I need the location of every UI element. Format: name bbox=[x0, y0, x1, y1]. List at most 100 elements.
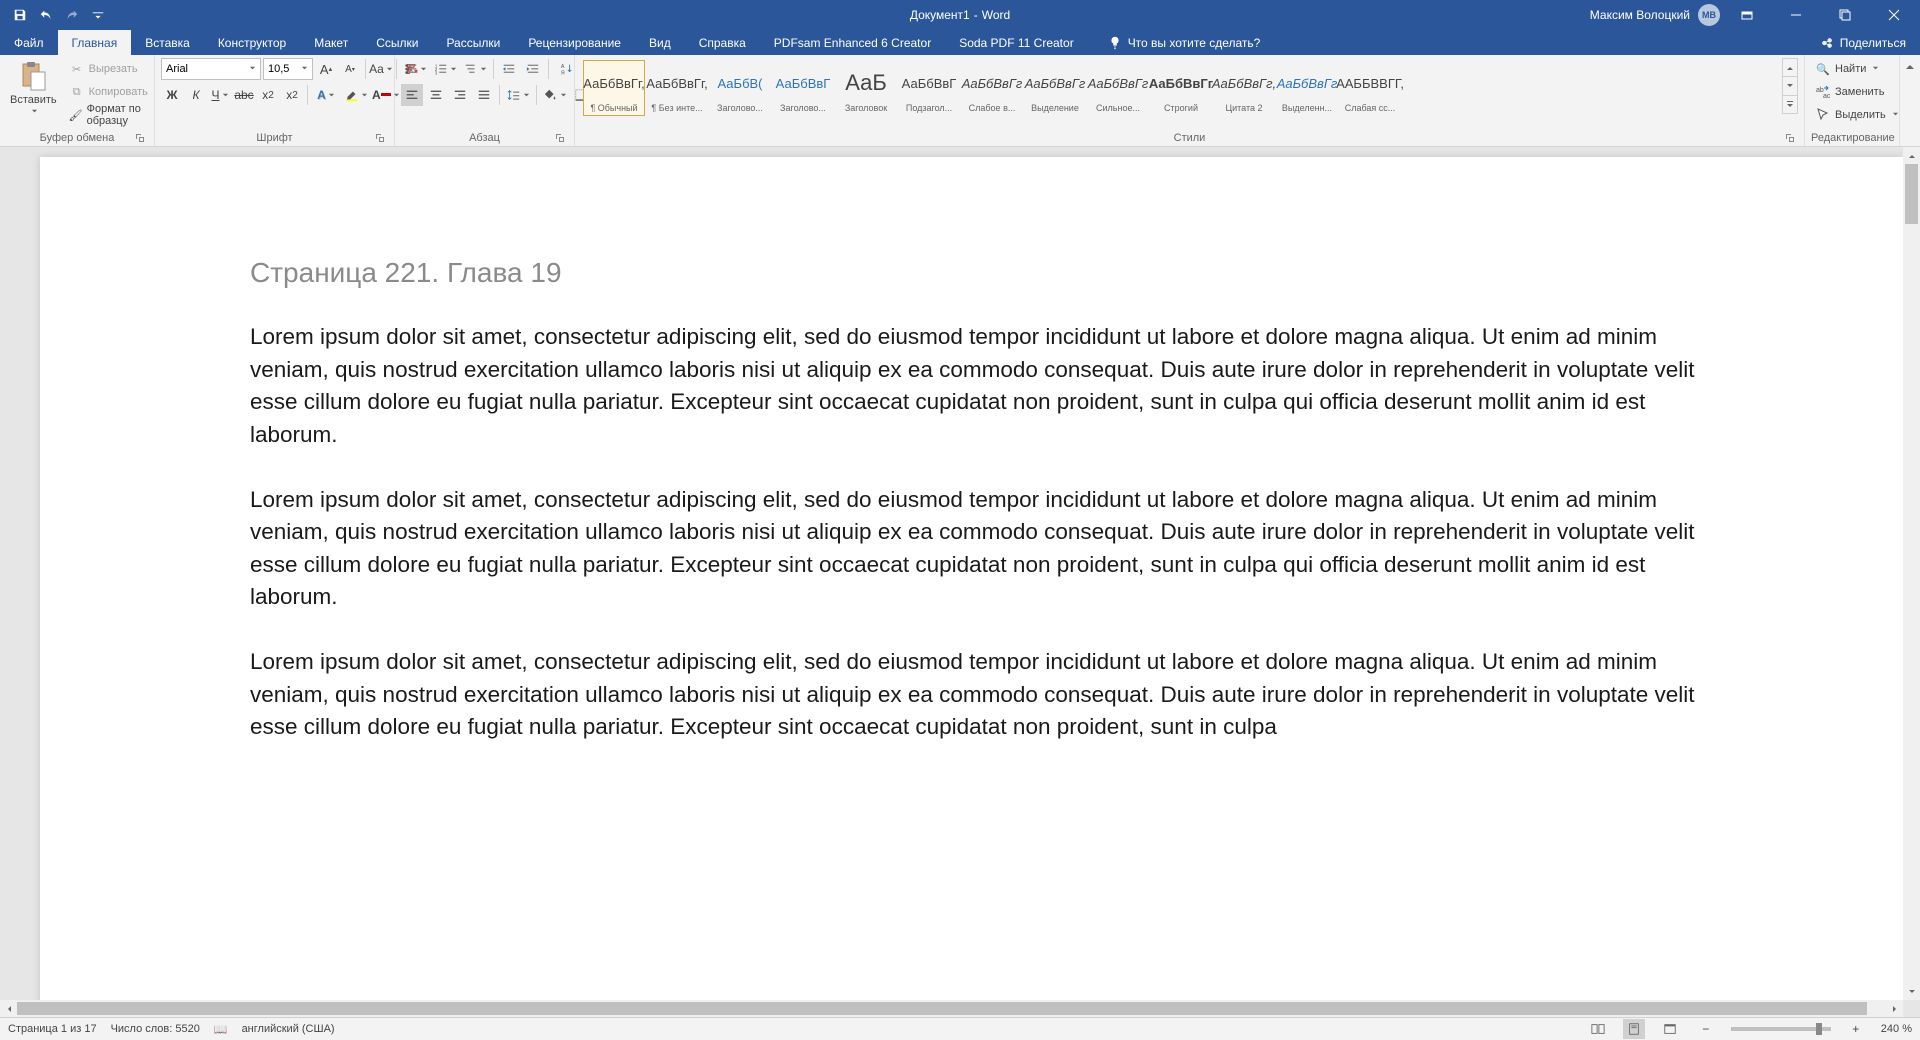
dialog-launcher-icon[interactable] bbox=[554, 132, 566, 144]
style-item[interactable]: АаБбВвГЗаголово... bbox=[772, 60, 834, 116]
scroll-left-button[interactable] bbox=[0, 1000, 17, 1017]
web-layout-button[interactable] bbox=[1659, 1019, 1681, 1039]
page[interactable]: Страница 221. Глава 19 Lorem ipsum dolor… bbox=[40, 157, 1903, 1000]
style-item[interactable]: АаБбВвГгВыделение bbox=[1024, 60, 1086, 116]
paragraph-text[interactable]: Lorem ipsum dolor sit amet, consectetur … bbox=[250, 321, 1723, 452]
decrease-indent-button[interactable] bbox=[498, 58, 520, 80]
style-item[interactable]: АаБбВвГгСильное... bbox=[1087, 60, 1149, 116]
align-left-button[interactable] bbox=[401, 84, 423, 106]
minimize-button[interactable] bbox=[1773, 0, 1818, 30]
ribbon-display-button[interactable] bbox=[1724, 0, 1769, 30]
change-case-button[interactable]: Aa bbox=[370, 58, 392, 80]
dialog-launcher-icon[interactable] bbox=[1784, 132, 1796, 144]
strikethrough-button[interactable]: abc bbox=[233, 84, 255, 106]
dialog-launcher-icon[interactable] bbox=[134, 132, 146, 144]
language-indicator[interactable]: английский (США) bbox=[242, 1023, 335, 1035]
tab-references[interactable]: Ссылки bbox=[362, 30, 432, 55]
copy-button[interactable]: ⧉Копировать bbox=[65, 81, 152, 103]
tab-home[interactable]: Главная bbox=[58, 30, 132, 55]
maximize-button[interactable] bbox=[1822, 0, 1867, 30]
scroll-thumb[interactable] bbox=[17, 1002, 1867, 1015]
format-painter-button[interactable]: 🖌Формат по образцу bbox=[65, 104, 152, 126]
bullets-button[interactable] bbox=[401, 58, 429, 80]
style-item[interactable]: АаБбВ(Заголово... bbox=[709, 60, 771, 116]
styles-gallery[interactable]: АаБбВвГг,¶ ОбычныйАаБбВвГг,¶ Без инте...… bbox=[581, 58, 1778, 118]
print-layout-button[interactable] bbox=[1623, 1019, 1645, 1039]
shrink-font-button[interactable]: A▾ bbox=[339, 58, 361, 80]
shading-button[interactable] bbox=[541, 84, 569, 106]
undo-button[interactable] bbox=[34, 3, 58, 27]
tab-layout[interactable]: Макет bbox=[300, 30, 362, 55]
style-item[interactable]: АаБбВвГгСлабое в... bbox=[961, 60, 1023, 116]
tab-help[interactable]: Справка bbox=[685, 30, 760, 55]
multilevel-list-button[interactable] bbox=[461, 58, 489, 80]
line-spacing-button[interactable] bbox=[504, 84, 532, 106]
tab-insert[interactable]: Вставка bbox=[131, 30, 204, 55]
tab-pdfsam[interactable]: PDFsam Enhanced 6 Creator bbox=[760, 30, 945, 55]
tab-design[interactable]: Конструктор bbox=[204, 30, 300, 55]
horizontal-scrollbar[interactable] bbox=[0, 1000, 1903, 1017]
underline-button[interactable]: Ч bbox=[209, 84, 231, 106]
user-name[interactable]: Максим Волоцкий bbox=[1590, 8, 1690, 22]
tab-soda[interactable]: Soda PDF 11 Creator bbox=[945, 30, 1088, 55]
scroll-down-button[interactable] bbox=[1903, 983, 1920, 1000]
paragraph-text[interactable]: Lorem ipsum dolor sit amet, consectetur … bbox=[250, 484, 1723, 615]
gallery-up-button[interactable] bbox=[1783, 59, 1797, 77]
grow-font-button[interactable]: A▴ bbox=[315, 58, 337, 80]
tab-view[interactable]: Вид bbox=[635, 30, 685, 55]
scroll-up-button[interactable] bbox=[1903, 147, 1920, 164]
dialog-launcher-icon[interactable] bbox=[374, 132, 386, 144]
increase-indent-button[interactable] bbox=[522, 58, 544, 80]
tell-me-search[interactable]: Что вы хотите сделать? bbox=[1108, 36, 1261, 50]
italic-button[interactable]: К bbox=[185, 84, 207, 106]
subscript-button[interactable]: x2 bbox=[257, 84, 279, 106]
avatar[interactable]: МВ bbox=[1698, 4, 1720, 26]
read-mode-button[interactable] bbox=[1587, 1019, 1609, 1039]
scroll-thumb[interactable] bbox=[1905, 164, 1918, 224]
gallery-more-button[interactable] bbox=[1783, 96, 1797, 113]
bold-button[interactable]: Ж bbox=[161, 84, 183, 106]
close-button[interactable] bbox=[1871, 0, 1916, 30]
select-button[interactable]: Выделить bbox=[1811, 104, 1903, 126]
spell-check-icon[interactable]: 📖 bbox=[214, 1023, 228, 1036]
text-effects-button[interactable]: A bbox=[312, 84, 340, 106]
cut-button[interactable]: ✂Вырезать bbox=[65, 58, 152, 80]
find-button[interactable]: 🔍Найти bbox=[1811, 58, 1883, 80]
style-item[interactable]: АаБбВвГгВыделенн... bbox=[1276, 60, 1338, 116]
document-area[interactable]: Страница 221. Глава 19 Lorem ipsum dolor… bbox=[0, 147, 1903, 1000]
zoom-level[interactable]: 240 % bbox=[1881, 1023, 1912, 1035]
collapse-ribbon-button[interactable] bbox=[1900, 55, 1920, 146]
page-indicator[interactable]: Страница 1 из 17 bbox=[8, 1023, 97, 1035]
font-size-select[interactable]: 10,5 bbox=[263, 58, 313, 80]
style-item[interactable]: АаБбВвГг,¶ Обычный bbox=[583, 60, 645, 116]
heading-text[interactable]: Страница 221. Глава 19 bbox=[250, 257, 1723, 289]
style-item[interactable]: АаБбВвГПодзагол... bbox=[898, 60, 960, 116]
font-name-select[interactable]: Arial bbox=[161, 58, 261, 80]
justify-button[interactable] bbox=[473, 84, 495, 106]
align-center-button[interactable] bbox=[425, 84, 447, 106]
style-item[interactable]: АаБбВвГгСтрогий bbox=[1150, 60, 1212, 116]
style-item[interactable]: ААББВВГГ,Слабая сс... bbox=[1339, 60, 1401, 116]
paste-button[interactable]: Вставить bbox=[6, 58, 61, 120]
style-item[interactable]: АаБбВвГг,Цитата 2 bbox=[1213, 60, 1275, 116]
zoom-handle[interactable] bbox=[1816, 1023, 1822, 1035]
redo-button[interactable] bbox=[60, 3, 84, 27]
numbering-button[interactable]: 123 bbox=[431, 58, 459, 80]
zoom-out-button[interactable]: − bbox=[1695, 1018, 1717, 1040]
scroll-right-button[interactable] bbox=[1886, 1000, 1903, 1017]
qat-customize-button[interactable] bbox=[86, 3, 110, 27]
replace-button[interactable]: abacЗаменить bbox=[1811, 81, 1888, 103]
gallery-down-button[interactable] bbox=[1783, 77, 1797, 95]
share-button[interactable]: Поделиться bbox=[1806, 36, 1920, 50]
vertical-scrollbar[interactable] bbox=[1903, 147, 1920, 1000]
save-button[interactable] bbox=[8, 3, 32, 27]
tab-mailings[interactable]: Рассылки bbox=[432, 30, 514, 55]
highlight-button[interactable] bbox=[342, 84, 370, 106]
style-item[interactable]: АаБбВвГг,¶ Без инте... bbox=[646, 60, 708, 116]
superscript-button[interactable]: x2 bbox=[281, 84, 303, 106]
tab-file[interactable]: Файл bbox=[0, 30, 58, 55]
word-count[interactable]: Число слов: 5520 bbox=[111, 1023, 200, 1035]
tab-review[interactable]: Рецензирование bbox=[514, 30, 635, 55]
style-item[interactable]: АаБЗаголовок bbox=[835, 60, 897, 116]
zoom-slider[interactable] bbox=[1731, 1027, 1831, 1031]
